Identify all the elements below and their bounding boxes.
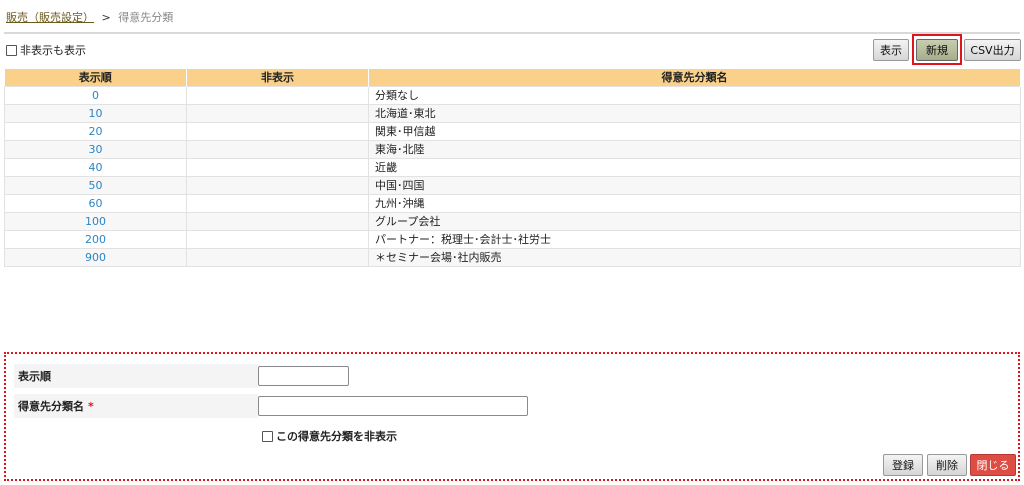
hide-category-checkbox[interactable]	[262, 430, 273, 442]
hidden-cell	[186, 229, 369, 249]
order-cell[interactable]: 100	[4, 211, 187, 231]
table-row[interactable]: 20 関東･甲信越	[4, 121, 1021, 141]
name-cell: ＊セミナー会場･社内販売	[368, 247, 1021, 267]
column-header-hidden[interactable]: 非表示	[186, 69, 369, 86]
table-row[interactable]: 40 近畿	[4, 157, 1021, 177]
name-cell: 九州･沖縄	[368, 193, 1021, 213]
new-button-highlight	[912, 34, 962, 65]
name-cell: 近畿	[368, 157, 1021, 177]
table-header-row: 表示順 非表示 得意先分類名	[4, 69, 1021, 86]
display-button[interactable]: 表示	[873, 39, 909, 61]
name-cell: グループ会社	[368, 211, 1021, 231]
table-row[interactable]: 0 分類なし	[4, 85, 1021, 105]
order-cell[interactable]: 0	[4, 85, 187, 105]
csv-export-button[interactable]: CSV出力	[964, 39, 1021, 61]
breadcrumb-current: 得意先分類	[118, 11, 174, 24]
hidden-cell	[186, 247, 369, 267]
order-cell[interactable]: 20	[4, 121, 187, 141]
hidden-cell	[186, 157, 369, 177]
hidden-cell	[186, 193, 369, 213]
order-cell[interactable]: 50	[4, 175, 187, 195]
name-cell: 東海･北陸	[368, 139, 1021, 159]
table-row[interactable]: 900 ＊セミナー会場･社内販売	[4, 247, 1021, 267]
hidden-cell	[186, 85, 369, 105]
column-header-order[interactable]: 表示順	[4, 69, 187, 86]
hidden-cell	[186, 139, 369, 159]
hidden-cell	[186, 211, 369, 231]
order-cell[interactable]: 900	[4, 247, 187, 267]
breadcrumb-parent-link[interactable]: 販売（販売設定）	[6, 11, 94, 24]
required-mark: *	[88, 399, 94, 413]
name-cell: 北海道･東北	[368, 103, 1021, 123]
name-cell: パートナー：税理士･会計士･社労士	[368, 229, 1021, 249]
order-input[interactable]	[258, 366, 349, 386]
table-row[interactable]: 60 九州･沖縄	[4, 193, 1021, 213]
delete-button[interactable]: 削除	[927, 454, 967, 476]
column-header-name[interactable]: 得意先分類名	[368, 69, 1021, 86]
show-hidden-label: 非表示も表示	[20, 44, 86, 57]
name-label-text: 得意先分類名	[18, 400, 84, 413]
order-cell[interactable]: 60	[4, 193, 187, 213]
show-hidden-checkbox[interactable]	[6, 44, 17, 56]
name-cell: 関東･甲信越	[368, 121, 1021, 141]
order-cell[interactable]: 30	[4, 139, 187, 159]
register-button[interactable]: 登録	[883, 454, 923, 476]
edit-form-panel: 表示順 得意先分類名 * この得意先分類を非表示 登録 削除 閉じる	[4, 352, 1020, 481]
table-row[interactable]: 200 パートナー：税理士･会計士･社労士	[4, 229, 1021, 249]
name-cell: 中国･四国	[368, 175, 1021, 195]
show-hidden-toggle[interactable]: 非表示も表示	[6, 42, 86, 58]
table-row[interactable]: 50 中国･四国	[4, 175, 1021, 195]
table-row[interactable]: 30 東海･北陸	[4, 139, 1021, 159]
hidden-cell	[186, 103, 369, 123]
hidden-cell	[186, 121, 369, 141]
table-row[interactable]: 100 グループ会社	[4, 211, 1021, 231]
hide-category-toggle[interactable]: この得意先分類を非表示	[262, 428, 397, 444]
name-cell: 分類なし	[368, 85, 1021, 105]
order-cell[interactable]: 200	[4, 229, 187, 249]
order-cell[interactable]: 40	[4, 157, 187, 177]
order-cell[interactable]: 10	[4, 103, 187, 123]
category-table: 表示順 非表示 得意先分類名 0 分類なし 10 北海道･東北 20 関東･甲信越 30 東海…	[4, 69, 1021, 267]
hide-category-label: この得意先分類を非表示	[276, 430, 397, 443]
order-label: 表示順	[14, 364, 258, 388]
name-input[interactable]	[258, 396, 528, 416]
order-label-text: 表示順	[18, 370, 51, 383]
table-row[interactable]: 10 北海道･東北	[4, 103, 1021, 123]
hidden-cell	[186, 175, 369, 195]
header-divider	[4, 32, 1020, 34]
breadcrumb: 販売（販売設定） > 得意先分類	[6, 9, 173, 25]
breadcrumb-separator: >	[101, 11, 111, 24]
name-label: 得意先分類名 *	[14, 394, 258, 418]
close-button[interactable]: 閉じる	[970, 454, 1016, 476]
